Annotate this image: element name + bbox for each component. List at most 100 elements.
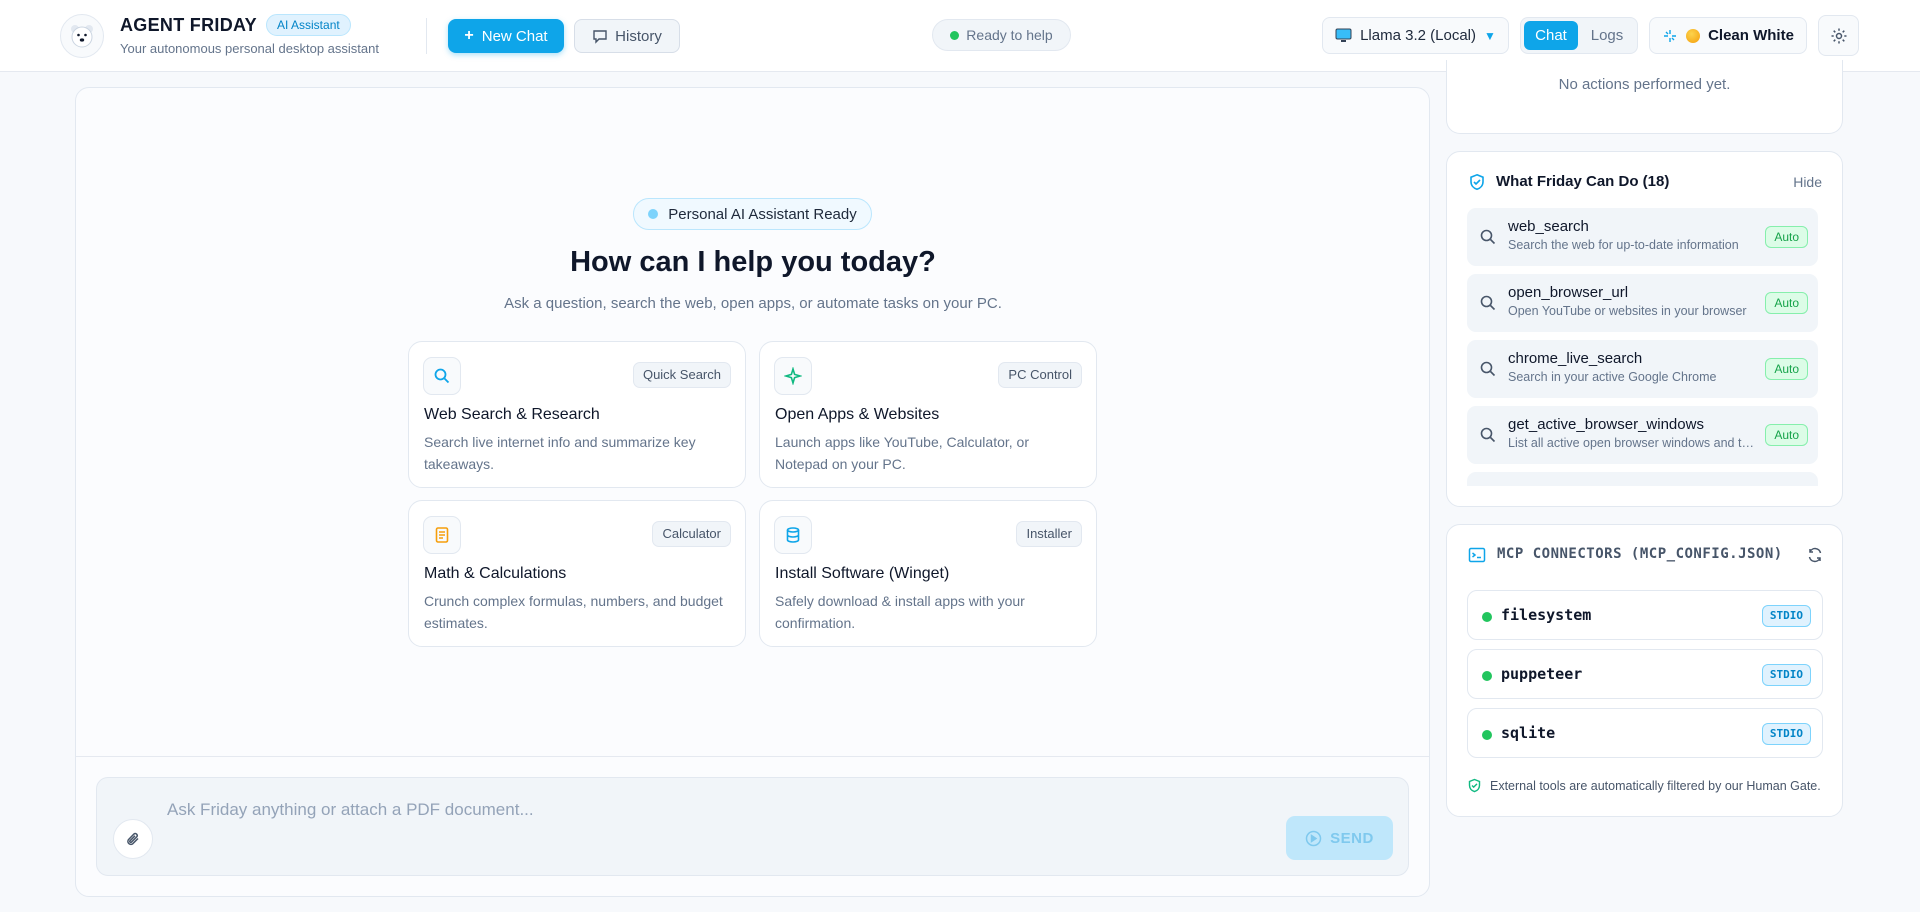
send-button[interactable]: SEND <box>1286 816 1393 860</box>
tool-item[interactable]: open_browser_url Open YouTube or website… <box>1467 274 1818 332</box>
assistant-ready-pill: Personal AI Assistant Ready <box>633 198 872 230</box>
feature-card-web-search[interactable]: Quick Search Web Search & Research Searc… <box>408 341 746 488</box>
connector-name: filesystem <box>1501 606 1592 624</box>
mcp-connector-item[interactable]: puppeteer STDIO <box>1467 649 1823 699</box>
mcp-connector-item[interactable]: sqlite STDIO <box>1467 708 1823 758</box>
app-title: AGENT FRIDAY <box>120 15 257 35</box>
status-indicator: Ready to help <box>932 19 1071 51</box>
sparkle-icon <box>774 357 812 395</box>
tool-item-partial[interactable] <box>1467 472 1818 486</box>
tool-mode-badge: Auto <box>1765 358 1808 380</box>
history-label: History <box>615 27 662 45</box>
header-divider <box>426 18 427 54</box>
message-composer: SEND <box>96 777 1409 876</box>
tool-item[interactable]: get_active_browser_windows List all acti… <box>1467 406 1818 464</box>
feature-desc: Search live internet info and summarize … <box>424 434 696 472</box>
send-label: SEND <box>1330 829 1374 847</box>
feature-tag: Quick Search <box>632 362 731 388</box>
search-icon <box>423 357 461 395</box>
ready-dot-icon <box>648 209 659 219</box>
tool-desc: Search in your active Google Chrome <box>1508 370 1717 384</box>
tab-logs[interactable]: Logs <box>1580 21 1634 50</box>
mcp-footer-text: External tools are automatically filtere… <box>1490 778 1821 793</box>
message-input[interactable] <box>167 800 1267 820</box>
gear-icon <box>1831 28 1846 43</box>
tool-item[interactable]: chrome_live_search Search in your active… <box>1467 340 1818 398</box>
database-icon <box>774 516 812 554</box>
theme-button[interactable]: Clean White <box>1649 17 1807 54</box>
new-chat-button[interactable]: + New Chat <box>448 19 564 53</box>
tool-name: web_search <box>1508 218 1589 235</box>
feature-title: Open Apps & Websites <box>775 406 940 423</box>
model-select[interactable]: Llama 3.2 (Local) ▼ <box>1322 17 1509 54</box>
hero-subtitle: Ask a question, search the web, open app… <box>504 295 1002 312</box>
search-icon <box>1480 427 1496 443</box>
tab-chat[interactable]: Chat <box>1524 21 1578 50</box>
settings-button[interactable] <box>1818 15 1859 56</box>
mcp-footer: External tools are automatically filtere… <box>1467 778 1821 793</box>
paperclip-icon <box>126 832 139 845</box>
mcp-connectors-card: MCP CONNECTORS (MCP_CONFIG.JSON) filesys… <box>1446 524 1843 817</box>
connector-transport-badge: STDIO <box>1761 723 1811 745</box>
tool-mode-badge: Auto <box>1765 292 1808 314</box>
feature-card-math[interactable]: Calculator Math & Calculations Crunch co… <box>408 500 746 647</box>
connector-status-icon <box>1482 612 1492 622</box>
ready-text: Personal AI Assistant Ready <box>668 205 857 223</box>
document-icon <box>423 516 461 554</box>
connector-name: puppeteer <box>1501 665 1583 683</box>
tool-name: get_active_browser_windows <box>1508 416 1704 433</box>
capabilities-card: What Friday Can Do (18) Hide web_search … <box>1446 151 1843 507</box>
connector-transport-badge: STDIO <box>1761 605 1811 627</box>
chat-bubble-icon <box>593 30 607 44</box>
tool-mode-badge: Auto <box>1765 226 1808 248</box>
theme-swatch-icon <box>1686 28 1701 43</box>
tool-item[interactable]: web_search Search the web for up-to-date… <box>1467 208 1818 266</box>
connector-status-icon <box>1482 671 1492 681</box>
mcp-connector-item[interactable]: filesystem STDIO <box>1467 590 1823 640</box>
status-text: Ready to help <box>966 27 1053 43</box>
chevron-down-icon: ▼ <box>1484 28 1496 43</box>
history-button[interactable]: History <box>574 19 680 53</box>
status-dot-icon <box>950 30 960 40</box>
tool-name: chrome_live_search <box>1508 350 1643 367</box>
theme-name: Clean White <box>1708 27 1794 44</box>
ai-assistant-badge: AI Assistant <box>266 14 351 36</box>
connector-transport-badge: STDIO <box>1761 664 1811 686</box>
app-subtitle: Your autonomous personal desktop assista… <box>120 41 379 56</box>
composer-divider <box>76 756 1429 757</box>
feature-desc: Launch apps like YouTube, Calculator, or… <box>775 434 1029 472</box>
tool-desc: Open YouTube or websites in your browser <box>1508 304 1747 318</box>
shield-check-icon <box>1470 173 1484 191</box>
search-icon <box>1480 229 1496 245</box>
terminal-icon <box>1468 547 1486 563</box>
monitor-icon <box>1335 28 1352 42</box>
tool-desc: List all active open browser windows and… <box>1508 436 1758 450</box>
hide-capabilities-button[interactable]: Hide <box>1793 174 1822 190</box>
hero-title: How can I help you today? <box>570 246 936 278</box>
feature-card-open-apps[interactable]: PC Control Open Apps & Websites Launch a… <box>759 341 1097 488</box>
feature-tag: PC Control <box>998 362 1082 388</box>
connector-name: sqlite <box>1501 724 1556 742</box>
tool-mode-badge: Auto <box>1765 424 1808 446</box>
feature-desc: Crunch complex formulas, numbers, and bu… <box>424 593 723 631</box>
sparkle-icon <box>1664 29 1677 42</box>
plus-icon: + <box>464 27 474 44</box>
feature-desc: Safely download & install apps with your… <box>775 593 1025 631</box>
feature-title: Math & Calculations <box>424 565 567 582</box>
capabilities-title: What Friday Can Do (18) <box>1496 173 1670 190</box>
tool-desc: Search the web for up-to-date informatio… <box>1508 238 1739 252</box>
feature-card-install[interactable]: Installer Install Software (Winget) Safe… <box>759 500 1097 647</box>
tool-name: open_browser_url <box>1508 284 1629 301</box>
attach-button[interactable] <box>113 819 153 859</box>
view-toggle: Chat Logs <box>1520 17 1638 54</box>
send-icon <box>1305 830 1322 846</box>
refresh-icon[interactable] <box>1807 547 1823 563</box>
shield-check-icon <box>1468 778 1481 793</box>
feature-title: Web Search & Research <box>424 406 600 423</box>
model-name: Llama 3.2 (Local) <box>1360 27 1476 44</box>
actions-empty-text: No actions performed yet. <box>1558 76 1731 93</box>
connector-status-icon <box>1482 730 1492 740</box>
feature-tag: Installer <box>1016 521 1082 547</box>
search-icon <box>1480 295 1496 311</box>
app-logo <box>60 14 104 58</box>
